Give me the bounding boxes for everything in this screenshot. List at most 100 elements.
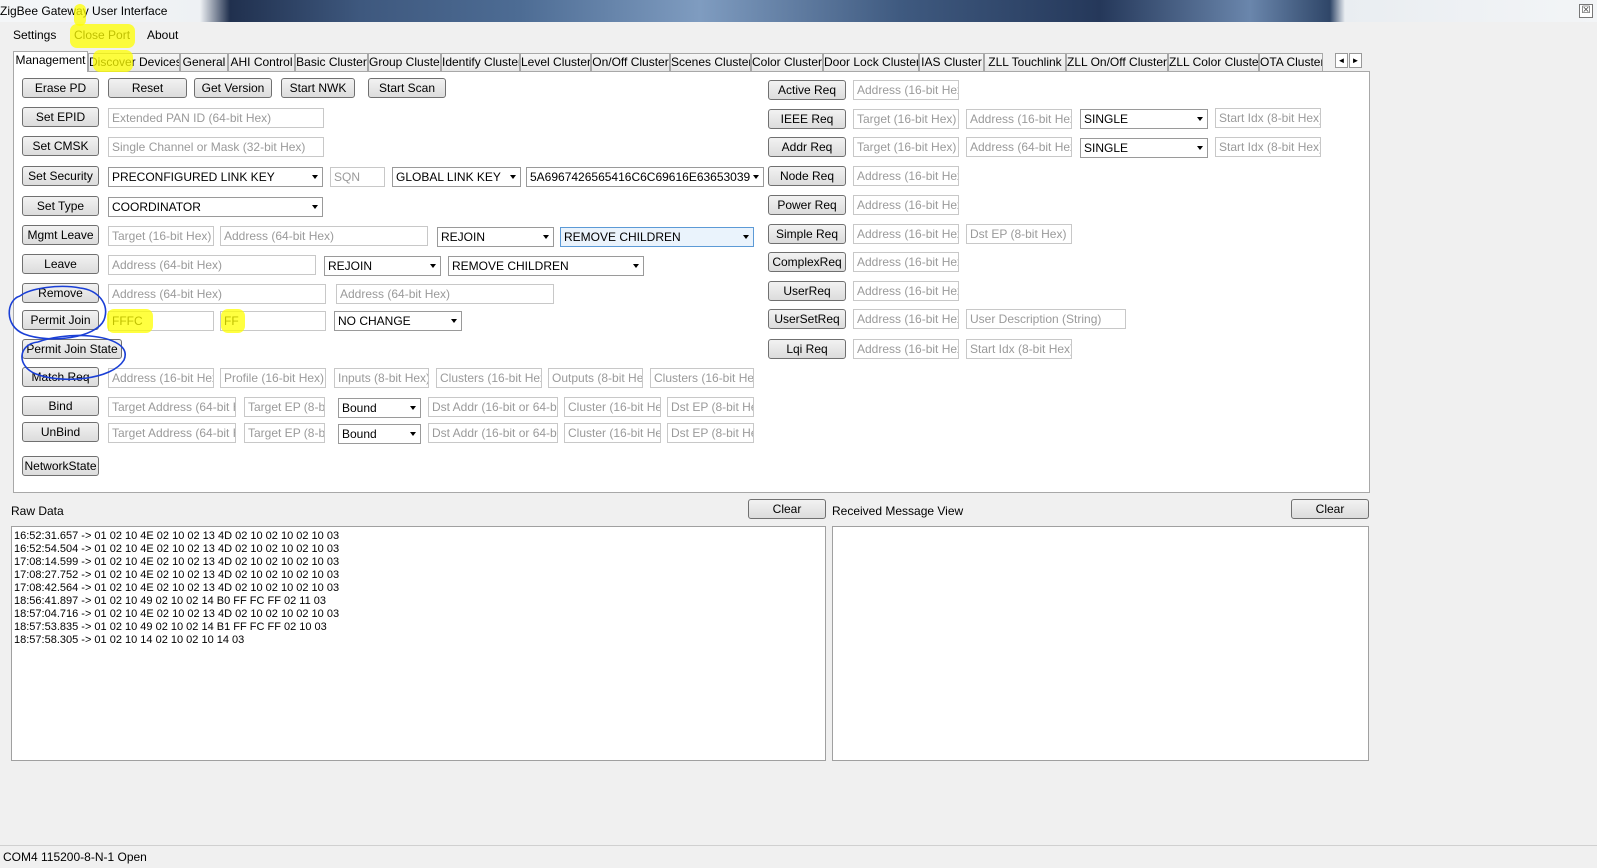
- complex-req-button[interactable]: ComplexReq: [768, 252, 846, 272]
- bind-mode-select[interactable]: Bound: [338, 398, 421, 418]
- ieee-req-button[interactable]: IEEE Req: [768, 109, 846, 129]
- node-address-input[interactable]: Address (16-bit Hex): [853, 166, 959, 186]
- remove-address2-input[interactable]: Address (64-bit Hex): [336, 284, 554, 304]
- tab-onoff-cluster[interactable]: On/Off Cluster: [591, 53, 670, 71]
- ieee-target-input[interactable]: Target (16-bit Hex): [853, 109, 959, 129]
- tab-color-cluster[interactable]: Color Cluster: [751, 53, 823, 71]
- start-scan-button[interactable]: Start Scan: [368, 78, 446, 98]
- tab-scroll-left-icon[interactable]: ◄: [1335, 53, 1348, 68]
- tab-group-cluster[interactable]: Group Cluster: [368, 53, 441, 71]
- tab-management[interactable]: Management: [13, 51, 88, 72]
- epid-input[interactable]: Extended PAN ID (64-bit Hex): [108, 108, 324, 128]
- match-inputs-input[interactable]: Inputs (8-bit Hex): [334, 368, 429, 388]
- lqi-address-input[interactable]: Address (16-bit Hex): [853, 339, 959, 359]
- match-req-button[interactable]: Match Req: [22, 367, 99, 387]
- addr-req-button[interactable]: Addr Req: [768, 137, 846, 157]
- security-type-select[interactable]: PRECONFIGURED LINK KEY: [108, 167, 323, 187]
- match-profile-input[interactable]: Profile (16-bit Hex): [220, 368, 326, 388]
- complex-address-input[interactable]: Address (16-bit Hex): [853, 252, 959, 272]
- mgmt-leave-children-select[interactable]: REMOVE CHILDREN: [560, 227, 754, 247]
- mgmt-leave-rejoin-select[interactable]: REJOIN: [437, 227, 554, 247]
- leave-children-select[interactable]: REMOVE CHILDREN: [448, 256, 644, 276]
- match-outputs-input[interactable]: Outputs (8-bit Hex): [548, 368, 643, 388]
- node-req-button[interactable]: Node Req: [768, 166, 846, 186]
- tab-zll-color-cluster[interactable]: ZLL Color Cluster: [1168, 53, 1259, 71]
- addr-target-input[interactable]: Target (16-bit Hex): [853, 137, 959, 157]
- permit-join-tc-select[interactable]: NO CHANGE: [334, 311, 462, 331]
- match-out-clusters-input[interactable]: Clusters (16-bit Hex): [650, 368, 754, 388]
- mgmt-leave-button[interactable]: Mgmt Leave: [22, 225, 99, 245]
- bind-button[interactable]: Bind: [22, 396, 99, 416]
- received-clear-button[interactable]: Clear: [1291, 499, 1369, 519]
- device-type-select[interactable]: COORDINATOR: [108, 197, 323, 217]
- remove-button[interactable]: Remove: [22, 283, 99, 303]
- ieee-address-input[interactable]: Address (16-bit Hex): [966, 109, 1072, 129]
- tab-ota-cluster[interactable]: OTA Cluster: [1259, 53, 1323, 71]
- menu-close-port[interactable]: Close Port: [74, 28, 130, 42]
- unbind-dst-input[interactable]: Dst Addr (16-bit or 64-bit He: [428, 423, 558, 443]
- leave-rejoin-select[interactable]: REJOIN: [324, 256, 441, 276]
- unbind-target-input[interactable]: Target Address (64-bit Hex): [108, 423, 236, 443]
- key-type-select[interactable]: GLOBAL LINK KEY: [392, 167, 521, 187]
- ieee-mode-select[interactable]: SINGLE: [1080, 109, 1208, 129]
- permit-join-duration-input[interactable]: FF: [220, 311, 326, 331]
- tab-zll-onoff-cluster[interactable]: ZLL On/Off Cluster: [1066, 53, 1168, 71]
- user-req-button[interactable]: UserReq: [768, 281, 846, 301]
- permit-join-state-button[interactable]: Permit Join State: [22, 339, 122, 359]
- user-address-input[interactable]: Address (16-bit Hex): [853, 281, 959, 301]
- tab-ahi-control[interactable]: AHI Control: [228, 53, 295, 71]
- tab-zll-touchlink[interactable]: ZLL Touchlink: [984, 53, 1066, 71]
- menu-settings[interactable]: Settings: [13, 28, 56, 42]
- unbind-mode-select[interactable]: Bound: [338, 424, 421, 444]
- leave-address-input[interactable]: Address (64-bit Hex): [108, 255, 316, 275]
- permit-join-button[interactable]: Permit Join: [22, 310, 99, 330]
- tab-level-cluster[interactable]: Level Cluster: [520, 53, 591, 71]
- set-security-button[interactable]: Set Security: [22, 166, 99, 186]
- addr-start-input[interactable]: Start Idx (8-bit Hex): [1215, 137, 1321, 157]
- match-in-clusters-input[interactable]: Clusters (16-bit Hex): [436, 368, 542, 388]
- simple-req-button[interactable]: Simple Req: [768, 224, 846, 244]
- received-message-view[interactable]: [832, 526, 1369, 761]
- mgmt-leave-target-input[interactable]: Target (16-bit Hex): [108, 226, 214, 246]
- start-nwk-button[interactable]: Start NWK: [281, 78, 355, 98]
- set-epid-button[interactable]: Set EPID: [22, 107, 99, 127]
- ieee-start-input[interactable]: Start Idx (8-bit Hex): [1215, 108, 1321, 128]
- addr-mode-select[interactable]: SINGLE: [1080, 138, 1208, 158]
- lqi-req-button[interactable]: Lqi Req: [768, 339, 846, 359]
- unbind-dst-ep-input[interactable]: Dst EP (8-bit Hex): [667, 423, 754, 443]
- tab-scenes-cluster[interactable]: Scenes Cluster: [670, 53, 751, 71]
- permit-join-target-input[interactable]: FFFC: [108, 311, 214, 331]
- simple-address-input[interactable]: Address (16-bit Hex): [853, 224, 959, 244]
- active-req-button[interactable]: Active Req: [768, 80, 846, 100]
- unbind-button[interactable]: UnBind: [22, 422, 99, 442]
- network-state-button[interactable]: NetworkState: [22, 456, 99, 476]
- addr-address-input[interactable]: Address (64-bit Hex): [966, 137, 1072, 157]
- tab-ias-cluster[interactable]: IAS Cluster: [919, 53, 984, 71]
- unbind-cluster-input[interactable]: Cluster (16-bit Hex): [564, 423, 661, 443]
- remove-address1-input[interactable]: Address (64-bit Hex): [108, 284, 326, 304]
- bind-dst-input[interactable]: Dst Addr (16-bit or 64-bit He: [428, 397, 558, 417]
- tab-scroll-right-icon[interactable]: ►: [1349, 53, 1362, 68]
- tab-basic-cluster[interactable]: Basic Cluster: [295, 53, 368, 71]
- tab-general[interactable]: General: [180, 53, 228, 71]
- tab-identify-cluster[interactable]: Identify Cluster: [441, 53, 520, 71]
- close-icon[interactable]: ☒: [1579, 4, 1593, 18]
- power-address-input[interactable]: Address (16-bit Hex): [853, 195, 959, 215]
- bind-dst-ep-input[interactable]: Dst EP (8-bit Hex): [667, 397, 754, 417]
- tab-door-lock-cluster[interactable]: Door Lock Cluster: [823, 53, 919, 71]
- lqi-start-input[interactable]: Start Idx (8-bit Hex): [966, 339, 1072, 359]
- raw-data-log[interactable]: 16:52:31.657 -> 01 02 10 4E 02 10 02 13 …: [11, 526, 826, 761]
- user-set-req-button[interactable]: UserSetReq: [768, 309, 846, 329]
- simple-dst-ep-input[interactable]: Dst EP (8-bit Hex): [966, 224, 1072, 244]
- raw-clear-button[interactable]: Clear: [748, 499, 826, 519]
- link-key-select[interactable]: 5A6967426565416C6C69616E63653039: [526, 167, 764, 187]
- bind-target-input[interactable]: Target Address (64-bit Hex): [108, 397, 236, 417]
- cmsk-input[interactable]: Single Channel or Mask (32-bit Hex): [108, 137, 324, 157]
- erase-pd-button[interactable]: Erase PD: [22, 78, 99, 98]
- sqn-input[interactable]: SQN: [330, 167, 385, 187]
- power-req-button[interactable]: Power Req: [768, 195, 846, 215]
- user-set-address-input[interactable]: Address (16-bit Hex): [853, 309, 959, 329]
- unbind-target-ep-input[interactable]: Target EP (8-bit: [244, 423, 325, 443]
- reset-button[interactable]: Reset: [108, 78, 187, 98]
- get-version-button[interactable]: Get Version: [194, 78, 272, 98]
